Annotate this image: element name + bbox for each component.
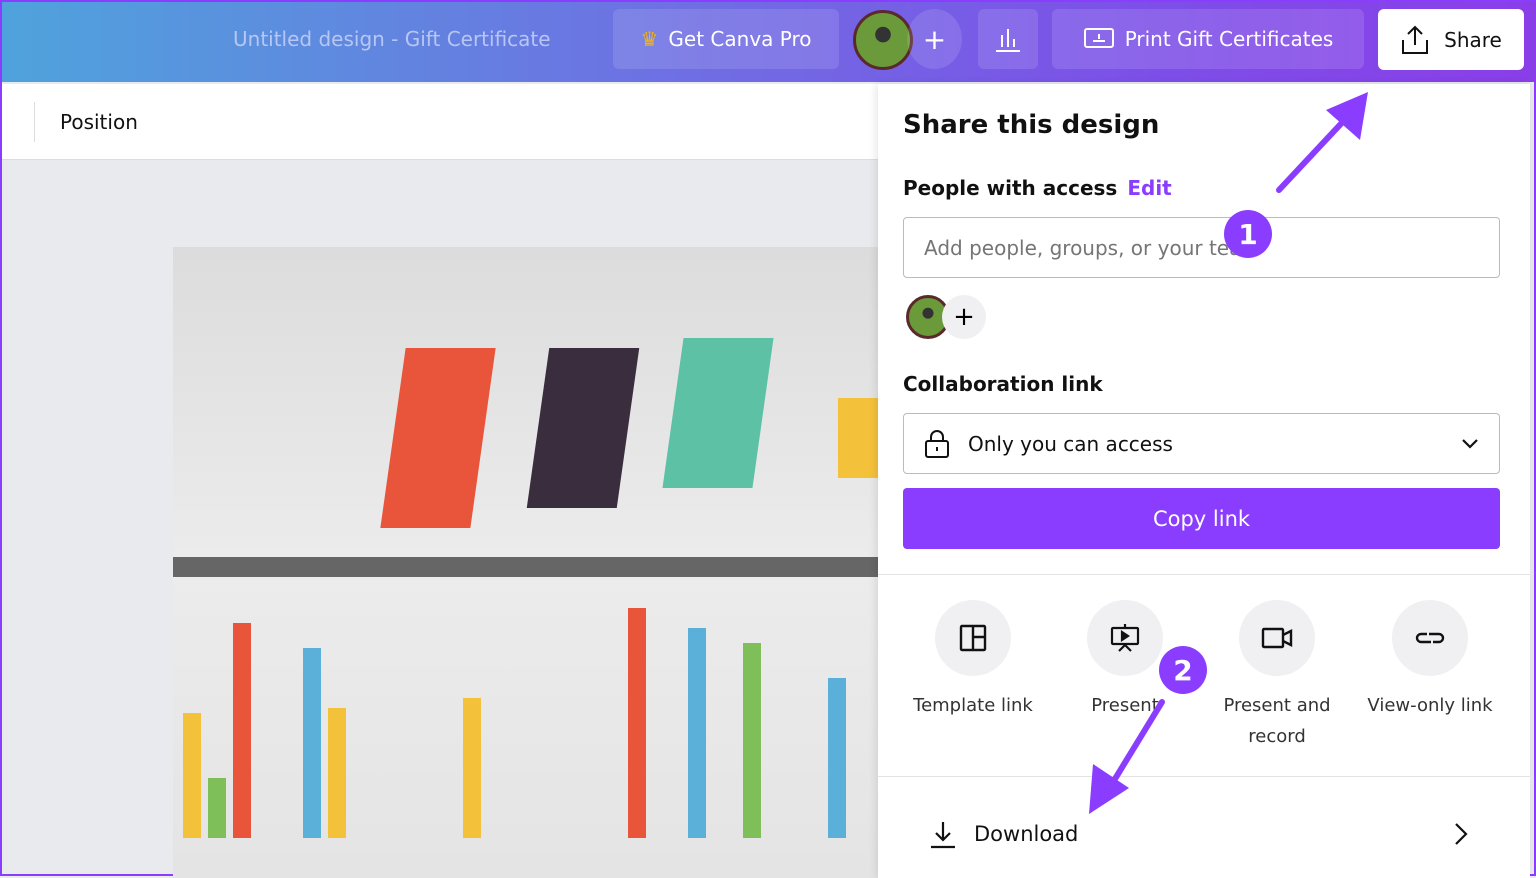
arrow-to-download (1089, 699, 1165, 814)
arrow-to-share (1276, 92, 1368, 193)
annotation-arrows (1089, 92, 1368, 814)
step-badge-2: 2 (1159, 646, 1207, 694)
step-badge-1: 1 (1224, 210, 1272, 258)
